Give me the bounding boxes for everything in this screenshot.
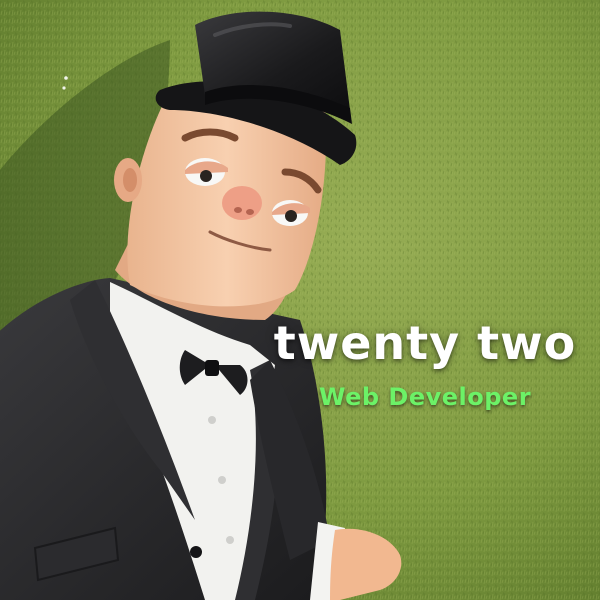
hero-image: twenty two Web Developer	[0, 0, 600, 600]
character-illustration	[0, 0, 600, 600]
hero-title: twenty two	[273, 316, 577, 370]
hero-subtitle: Web Developer	[318, 383, 532, 411]
